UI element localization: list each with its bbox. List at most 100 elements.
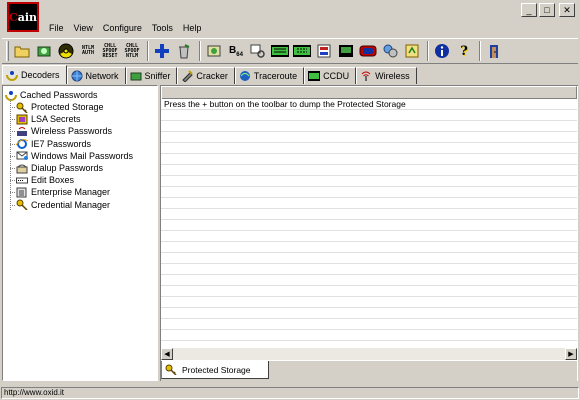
- tree-item-wireless-passwords[interactable]: Wireless Passwords: [9, 125, 133, 137]
- column-header-cell[interactable]: [161, 86, 577, 99]
- exit-door-icon[interactable]: [484, 41, 504, 61]
- start-sniffer-icon[interactable]: [34, 41, 54, 61]
- tab-sniffer[interactable]: Sniffer: [125, 67, 178, 84]
- tab-decoders[interactable]: Decoders: [2, 65, 67, 84]
- tab-label: Traceroute: [253, 71, 298, 81]
- tree-item-label: Windows Mail Passwords: [31, 150, 134, 161]
- scroll-left-arrow-icon[interactable]: ◀: [161, 348, 173, 360]
- list-column-header[interactable]: [161, 86, 577, 99]
- tree-item-lsa-secrets[interactable]: LSA Secrets: [9, 113, 133, 125]
- tree-item-windows-mail-passwords[interactable]: Windows Mail Passwords: [9, 150, 134, 162]
- menu-tools[interactable]: Tools: [147, 22, 178, 36]
- hash-calculator-icon[interactable]: [270, 41, 290, 61]
- list-row: [161, 187, 577, 198]
- tab-label: Cracker: [196, 71, 228, 81]
- tree-item-credential-manager[interactable]: Credential Manager: [9, 199, 133, 211]
- help-question-icon[interactable]: ?: [454, 41, 474, 61]
- lsa-secrets-icon: [16, 114, 28, 125]
- chall-spoof-reset-icon[interactable]: CHLL SPOOF RESET: [100, 41, 120, 61]
- edit-box-icon: [16, 175, 28, 186]
- tab-traceroute[interactable]: Traceroute: [234, 67, 305, 84]
- tab-cracker[interactable]: Cracker: [177, 67, 235, 84]
- tree-connector: [10, 99, 11, 210]
- tree-item-label: Protected Storage: [31, 102, 104, 113]
- menu-file[interactable]: File: [44, 22, 69, 36]
- certificate-icon[interactable]: [380, 41, 400, 61]
- terminal-icon[interactable]: [336, 41, 356, 61]
- chall-spoof-ntlm-label: CHLL SPOOF NTLM: [124, 42, 140, 59]
- chall-spoof-reset-label: CHLL SPOOF RESET: [102, 42, 118, 59]
- scroll-right-arrow-icon[interactable]: ▶: [565, 348, 577, 360]
- tree-item-dialup-passwords[interactable]: Dialup Passwords: [9, 162, 133, 174]
- ntlm-auth-icon[interactable]: NTLM AUTH: [78, 41, 98, 61]
- tree-item-label: Enterprise Manager: [31, 187, 111, 198]
- list-row: [161, 253, 577, 264]
- info-icon[interactable]: [432, 41, 452, 61]
- list-row: [161, 165, 577, 176]
- internet-explorer-icon: [16, 138, 28, 150]
- tree-item-enterprise-manager[interactable]: Enterprise Manager: [9, 186, 133, 198]
- network-scan-icon[interactable]: [292, 41, 312, 61]
- tab-network[interactable]: Network: [66, 67, 126, 84]
- app-logo-text: Cain: [8, 10, 38, 24]
- chall-spoof-ntlm-icon[interactable]: CHLL SPOOF NTLM: [122, 41, 142, 61]
- open-folder-icon[interactable]: [12, 41, 32, 61]
- tree-children: Protected Storage LSA Secrets Wireless P…: [9, 101, 134, 211]
- list-row: [161, 242, 577, 253]
- tree-item-ie7-passwords[interactable]: IE7 Passwords: [9, 138, 133, 150]
- remove-trash-icon[interactable]: [174, 41, 194, 61]
- scroll-track[interactable]: [173, 348, 565, 360]
- decoder-subtabs: Protected Storage: [161, 361, 577, 381]
- list-message-row: Press the + button on the toolbar to dum…: [161, 99, 577, 110]
- ccdu-icon: [308, 70, 321, 82]
- wireless-scan-icon[interactable]: [358, 41, 378, 61]
- wireless-icon: [360, 70, 372, 82]
- toolbar-grip[interactable]: [6, 41, 9, 61]
- tree-item-label: Dialup Passwords: [31, 163, 104, 174]
- decoder-tree[interactable]: Cached Passwords Protected Storage LSA S…: [2, 85, 158, 381]
- tree-item-edit-boxes[interactable]: Edit Boxes: [9, 174, 133, 186]
- tab-protected-storage[interactable]: Protected Storage: [161, 361, 269, 379]
- enterprise-manager-icon: [16, 187, 28, 198]
- tree-root-cached-passwords[interactable]: Cached Passwords: [5, 89, 98, 101]
- list-row: [161, 231, 577, 242]
- menu-configure[interactable]: Configure: [98, 22, 147, 36]
- close-button[interactable]: ✕: [559, 3, 575, 17]
- traceroute-icon: [239, 70, 251, 82]
- base64-icon[interactable]: B64: [226, 41, 246, 61]
- apr-poison-icon[interactable]: [56, 41, 76, 61]
- add-plus-icon[interactable]: [152, 41, 172, 61]
- tree-item-protected-storage[interactable]: Protected Storage: [9, 101, 133, 113]
- key-lookup-icon[interactable]: [248, 41, 268, 61]
- password-recovery-icon[interactable]: [402, 41, 422, 61]
- tab-ccdu[interactable]: CCDU: [304, 67, 357, 84]
- maximize-button[interactable]: □: [539, 3, 555, 17]
- sniffer-icon: [130, 70, 142, 82]
- list-row: [161, 297, 577, 308]
- status-bar: http://www.oxid.it: [0, 386, 580, 400]
- window-controls: _ □ ✕: [521, 3, 575, 17]
- minimize-button[interactable]: _: [521, 3, 537, 17]
- tab-label: Wireless: [375, 71, 410, 81]
- menu-help[interactable]: Help: [178, 22, 207, 36]
- decoder-icon: [6, 69, 18, 81]
- results-list[interactable]: Press the + button on the toolbar to dum…: [160, 85, 578, 381]
- horizontal-scrollbar[interactable]: ◀ ▶: [161, 348, 577, 360]
- menu-view[interactable]: View: [69, 22, 98, 36]
- sid-scanner-icon[interactable]: [314, 41, 334, 61]
- list-rows: Press the + button on the toolbar to dum…: [161, 99, 577, 348]
- routing-icon[interactable]: [204, 41, 224, 61]
- list-row: [161, 308, 577, 319]
- tab-wireless[interactable]: Wireless: [356, 67, 417, 84]
- tree-item-label: Wireless Passwords: [31, 126, 113, 137]
- tab-label: Sniffer: [144, 71, 171, 81]
- list-row: [161, 154, 577, 165]
- toolbar-separator: [199, 41, 201, 61]
- list-row: [161, 286, 577, 297]
- list-row: [161, 209, 577, 220]
- list-row: [161, 198, 577, 209]
- cain-window: Cain _ □ ✕ File View Configure Tools Hel…: [0, 0, 580, 400]
- app-logo-icon[interactable]: Cain: [7, 2, 39, 32]
- list-row: [161, 110, 577, 121]
- cracker-icon: [181, 70, 194, 83]
